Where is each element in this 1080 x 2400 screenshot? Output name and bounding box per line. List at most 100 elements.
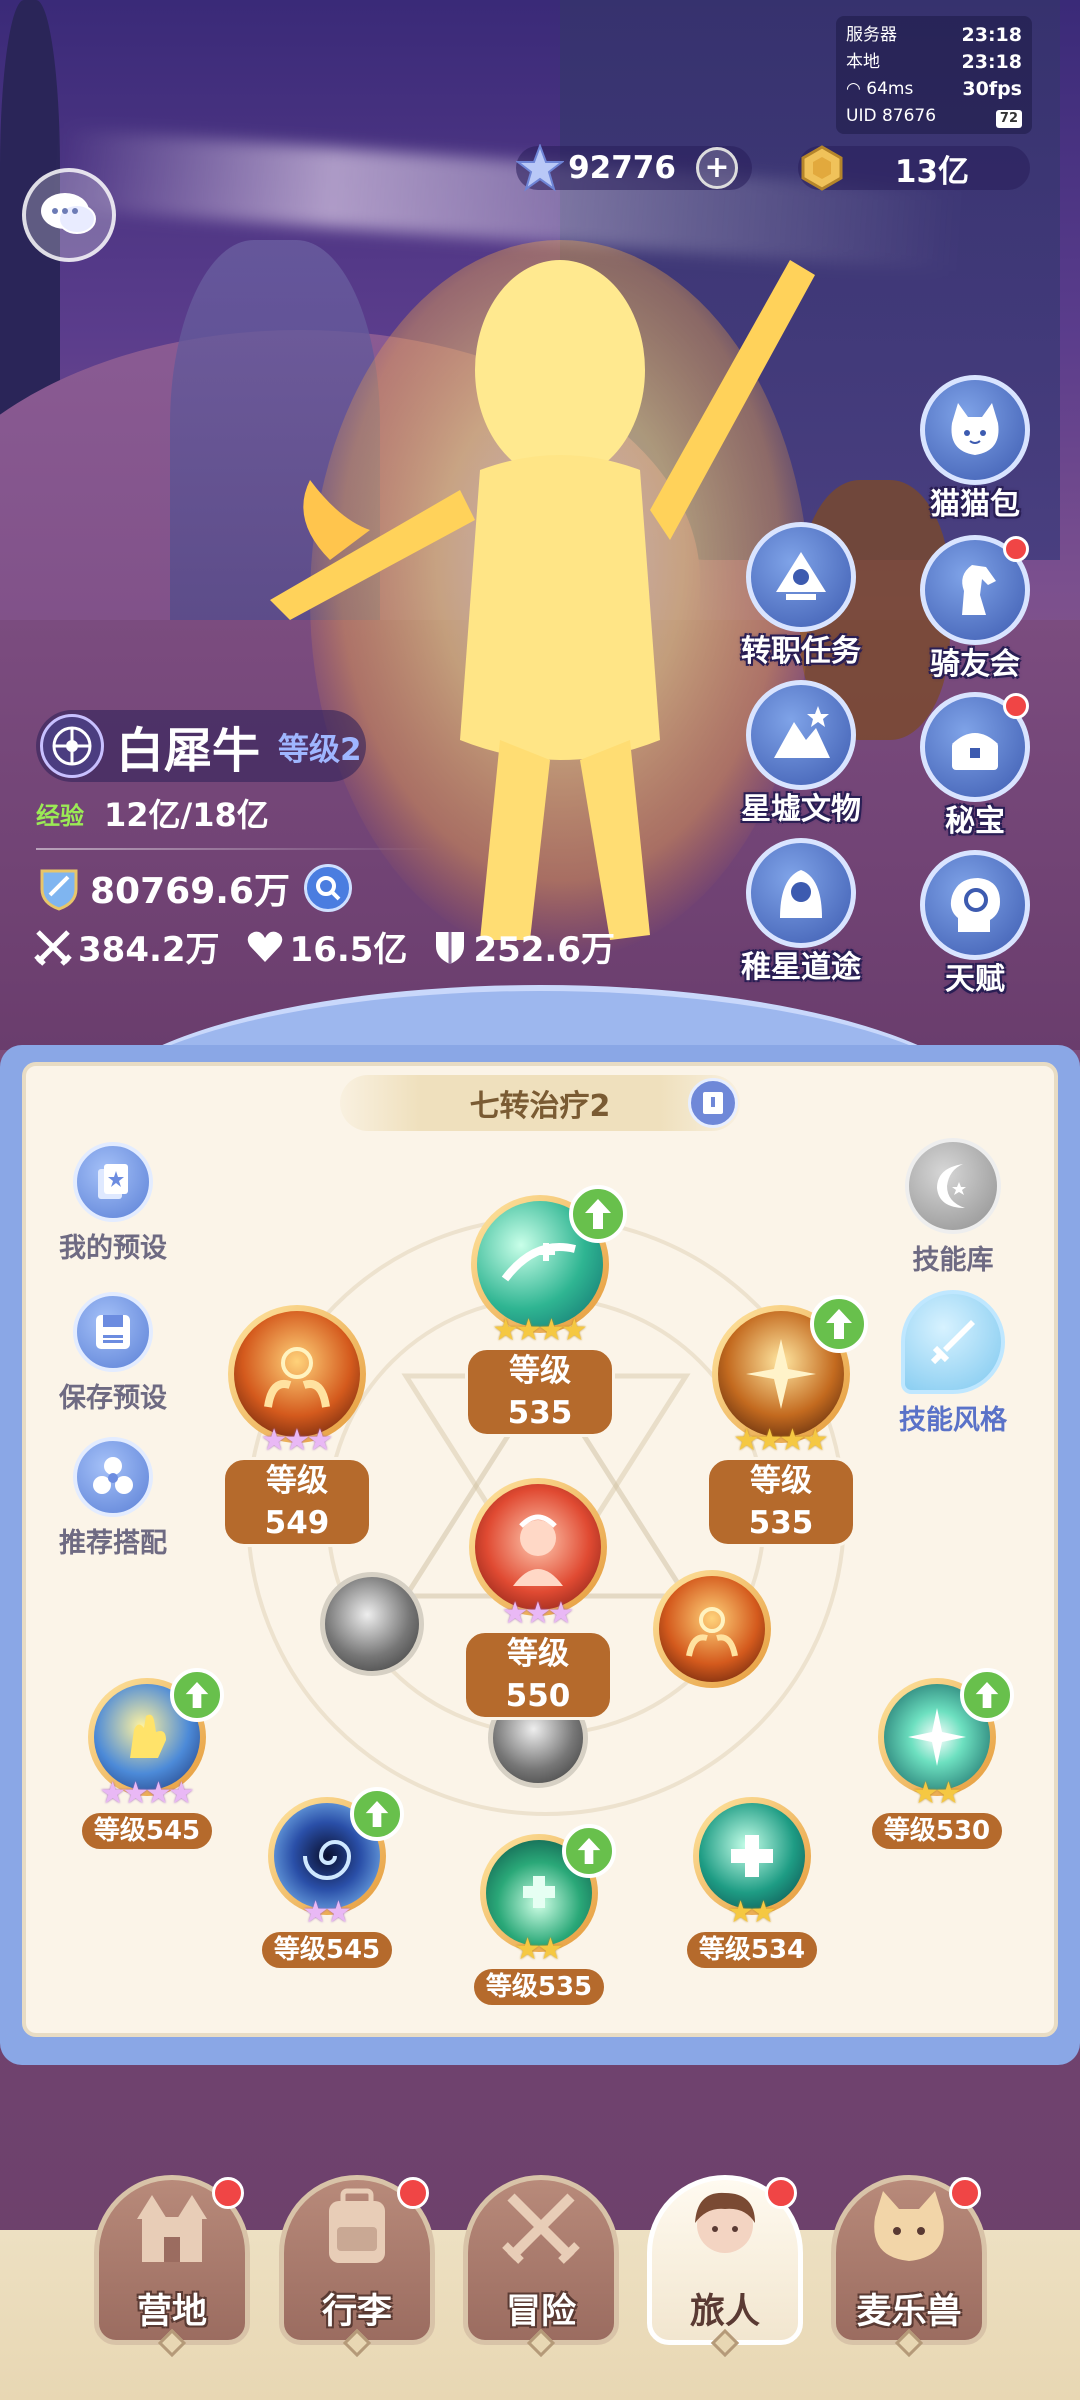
defense-value: 252.6万 [473, 930, 615, 970]
skill-slot-3[interactable]: ★ ★ ★ ★ 等级535 [706, 1295, 868, 1547]
combat-power-value: 80769.6万 [90, 871, 290, 912]
cat-bag-label: 猫猫包 [930, 487, 1020, 522]
nav-luggage[interactable]: 行李 [279, 2175, 435, 2365]
prayer-avatar-skill-icon [475, 1484, 601, 1610]
power-detail-button[interactable] [303, 864, 352, 912]
upgrade-arrow-icon[interactable] [569, 1185, 627, 1243]
my-presets-button[interactable]: 我的预设 [38, 1142, 188, 1265]
skill-level: 等级535 [470, 1966, 608, 2008]
class-emblem-icon [40, 714, 104, 778]
star-relics-button[interactable]: 星墟文物 [736, 680, 866, 828]
job-change-quest-label: 转职任务 [741, 634, 861, 669]
fire-hands-skill-icon [659, 1576, 765, 1682]
gold-coin-icon [798, 144, 846, 192]
riders-club-button[interactable]: 骑友会 [910, 535, 1040, 683]
gold-currency: 13亿 [798, 140, 1030, 196]
talent-icon [950, 878, 1000, 932]
local-time-label: 本地 [846, 52, 880, 72]
preset-title-text: 七转治疗2 [469, 1089, 611, 1124]
horse-icon [962, 565, 996, 615]
gold-amount: 13亿 [894, 153, 970, 190]
upgrade-arrow-icon[interactable] [810, 1295, 868, 1353]
star-path-label: 稚星道途 [741, 950, 861, 985]
skill-stars: ★ ★ ★ ★ [492, 1313, 588, 1348]
skill-level: 等级545 [78, 1810, 216, 1852]
crossed-swords-icon [502, 2193, 580, 2264]
upgrade-arrow-icon[interactable] [170, 1668, 224, 1722]
castle-icon [137, 2195, 207, 2262]
star-relics-label: 星墟文物 [741, 792, 861, 827]
add-currency-button[interactable]: + [696, 147, 738, 189]
talent-label: 天赋 [945, 962, 1005, 997]
character-name: 白犀牛 [116, 723, 261, 779]
star-amount: 92776 [568, 150, 676, 186]
notification-dot [765, 2177, 797, 2209]
skill-stars: ★ ★ ★ [501, 1596, 575, 1631]
attack-value: 384.2万 [78, 930, 220, 970]
magnifier-icon [315, 876, 341, 901]
skill-stars: ★ ★ [302, 1895, 352, 1930]
hp-stat: 16.5亿 [246, 922, 407, 971]
backpack-icon [329, 2188, 385, 2263]
skill-slot-1[interactable]: ★ ★ ★ ★ 等级535 [465, 1185, 627, 1437]
skill-level: 等级535 [706, 1457, 856, 1547]
recommended-build-button[interactable]: 推荐搭配 [38, 1437, 188, 1560]
character-level: 等级2 [278, 731, 362, 768]
nav-camp[interactable]: 营地 [94, 2175, 250, 2365]
skill-style-button[interactable]: 技能风格 [878, 1290, 1028, 1437]
skill-level: 等级534 [683, 1929, 821, 1971]
exp-value: 12亿/18亿 [104, 796, 269, 834]
nav-camp-label: 营地 [136, 2292, 207, 2332]
job-change-quest-button[interactable]: 转职任务 [736, 522, 866, 670]
treasure-button[interactable]: 秘宝 [910, 692, 1040, 840]
skill-library-button[interactable]: 技能库 [878, 1138, 1028, 1277]
notification-dot [397, 2177, 429, 2209]
recommended-build-label: 推荐搭配 [59, 1528, 167, 1559]
star-path-button[interactable]: 稚星道途 [736, 838, 866, 986]
nav-traveler[interactable]: 旅人 [647, 2175, 803, 2365]
crescent-moon-icon [937, 1164, 966, 1208]
relic-icon [774, 706, 830, 758]
skill-slot-2[interactable]: ★ ★ ★ 等级549 [222, 1305, 372, 1547]
talent-button[interactable]: 天赋 [910, 850, 1040, 998]
character-name-bar: 白犀牛 等级2 [36, 710, 366, 782]
cat-bag-button[interactable]: 猫猫包 [910, 375, 1040, 523]
nav-adventure[interactable]: 冒险 [463, 2175, 619, 2365]
passive-skill-slot-fire[interactable] [653, 1570, 771, 1688]
notification-dot [949, 2177, 981, 2209]
upgrade-arrow-icon[interactable] [350, 1787, 404, 1841]
skill-level: 等级535 [465, 1347, 615, 1437]
pet-face-icon [874, 2191, 944, 2261]
my-presets-label: 我的预设 [59, 1233, 167, 1264]
nav-adventure-label: 冒险 [505, 2292, 576, 2332]
cat-bag-icon [951, 403, 999, 455]
skill-slot-9[interactable]: ★ ★ 等级530 [862, 1668, 1014, 1852]
skill-slot-8[interactable]: ★ ★ 等级534 [677, 1797, 827, 1971]
upgrade-arrow-icon[interactable] [960, 1668, 1014, 1722]
ping: ◠ 64ms [846, 79, 914, 99]
skill-slot-6[interactable]: ★ ★ 等级545 [252, 1787, 404, 1971]
upgrade-arrow-icon[interactable] [562, 1824, 616, 1878]
chat-bubble-icon [41, 193, 96, 234]
skill-level: 等级549 [222, 1457, 372, 1547]
nav-pets-label: 麦乐兽 [856, 2292, 962, 2332]
passive-skill-slot-gear[interactable] [320, 1572, 424, 1676]
skill-stars: ★ ★ ★ ★ [99, 1776, 195, 1811]
uid: UID 87676 [846, 106, 937, 126]
sword-icon [930, 1320, 975, 1365]
star-currency: 92776 + [516, 140, 752, 196]
skill-stars: ★ ★ [912, 1776, 962, 1811]
nav-pets[interactable]: 麦乐兽 [831, 2175, 987, 2365]
chat-button[interactable] [22, 168, 116, 262]
save-preset-button[interactable]: 保存预设 [38, 1292, 188, 1415]
traveler-avatar-icon [695, 2192, 755, 2253]
preset-title[interactable]: 七转治疗2 [340, 1075, 740, 1131]
skill-slot-4[interactable]: ★ ★ ★ 等级550 [463, 1478, 613, 1720]
divider [36, 848, 436, 850]
attack-stat: 384.2万 [34, 922, 220, 971]
system-status-panel: 服务器 23:18 本地 23:18 ◠ 64ms 30fps UID 87676 72 [836, 16, 1032, 134]
skill-slot-5[interactable]: ★ ★ ★ ★ 等级545 [72, 1668, 224, 1852]
preset-info-button[interactable] [688, 1078, 738, 1128]
skill-slot-7[interactable]: ★ ★ 等级535 [464, 1824, 616, 2008]
nav-traveler-label: 旅人 [689, 2292, 760, 2332]
